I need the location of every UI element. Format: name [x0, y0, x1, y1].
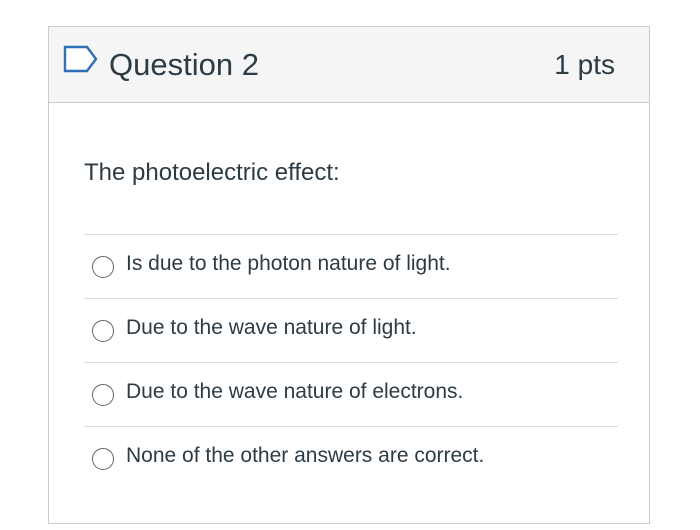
answer-option[interactable]: Due to the wave nature of light.: [84, 298, 618, 362]
radio-button[interactable]: [92, 384, 114, 406]
question-card: Question 2 1 pts The photoelectric effec…: [48, 26, 650, 524]
question-prompt: The photoelectric effect:: [84, 159, 340, 186]
answer-option[interactable]: Is due to the photon nature of light.: [84, 234, 618, 298]
question-points: 1 pts: [554, 49, 615, 80]
radio-button[interactable]: [92, 320, 114, 342]
answer-label[interactable]: Due to the wave nature of light.: [126, 315, 417, 340]
answer-list: Is due to the photon nature of light. Du…: [84, 234, 618, 490]
radio-button[interactable]: [92, 256, 114, 278]
answer-label[interactable]: Is due to the photon nature of light.: [126, 251, 451, 276]
answer-option[interactable]: None of the other answers are correct.: [84, 426, 618, 490]
answer-label[interactable]: None of the other answers are correct.: [126, 443, 484, 468]
flag-question-icon[interactable]: [63, 45, 99, 73]
answer-label[interactable]: Due to the wave nature of electrons.: [126, 379, 463, 404]
question-title: Question 2: [109, 47, 259, 82]
question-header: Question 2 1 pts: [49, 27, 649, 103]
answer-option[interactable]: Due to the wave nature of electrons.: [84, 362, 618, 426]
radio-button[interactable]: [92, 448, 114, 470]
